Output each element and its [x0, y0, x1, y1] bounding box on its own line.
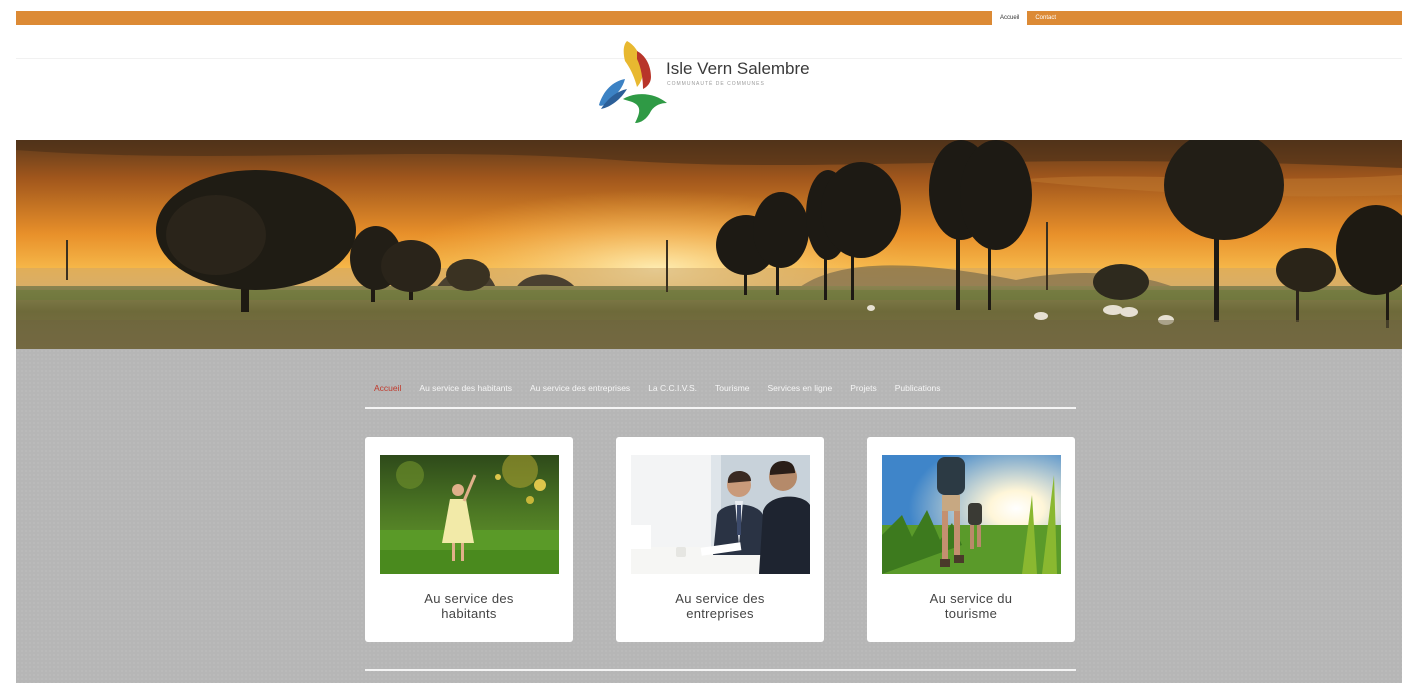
hikers-image — [882, 455, 1061, 574]
menu-item-ccivs[interactable]: La C.C.I.V.S. — [639, 381, 706, 407]
site-logo[interactable]: Isle Vern Salembre COMMUNAUTÉ DE COMMUNE… — [597, 39, 817, 125]
card-habitants[interactable]: Au service des habitants — [365, 437, 573, 642]
top-nav-contact[interactable]: Contact — [1027, 11, 1064, 25]
logo-name: Isle Vern Salembre — [666, 59, 810, 78]
main-menu: Accueil Au service des habitants Au serv… — [365, 381, 1076, 409]
top-nav: Accueil Contact — [992, 11, 1064, 25]
main-content: Accueil Au service des habitants Au serv… — [16, 349, 1402, 683]
menu-item-services-en-ligne[interactable]: Services en ligne — [759, 381, 842, 407]
card-tourisme[interactable]: Au service du tourisme — [867, 437, 1075, 642]
sunset-landscape-image — [16, 140, 1402, 349]
page: Accueil Contact Isle Vern Salembre COMMU… — [0, 0, 1402, 683]
business-meeting-image — [631, 455, 810, 574]
child-in-garden-image — [380, 455, 559, 574]
menu-item-accueil[interactable]: Accueil — [365, 381, 410, 407]
logo-subtitle: COMMUNAUTÉ DE COMMUNES — [667, 81, 765, 87]
menu-item-publications[interactable]: Publications — [886, 381, 950, 407]
card-title: Au service des entreprises — [675, 591, 765, 621]
logo-mark-icon — [599, 41, 667, 123]
card-title: Au service des habitants — [424, 591, 514, 621]
menu-item-tourisme[interactable]: Tourisme — [706, 381, 758, 407]
section-divider — [365, 669, 1076, 671]
menu-item-projets[interactable]: Projets — [841, 381, 885, 407]
menu-item-habitants[interactable]: Au service des habitants — [410, 381, 521, 407]
top-nav-accueil[interactable]: Accueil — [992, 11, 1028, 25]
top-bar: Accueil Contact — [16, 11, 1402, 25]
card-entreprises[interactable]: Au service des entreprises — [616, 437, 824, 642]
service-cards: Au service des habitants Au service des … — [365, 437, 1076, 643]
menu-item-entreprises[interactable]: Au service des entreprises — [521, 381, 639, 407]
hero-banner — [16, 140, 1402, 349]
card-title: Au service du tourisme — [929, 591, 1013, 621]
